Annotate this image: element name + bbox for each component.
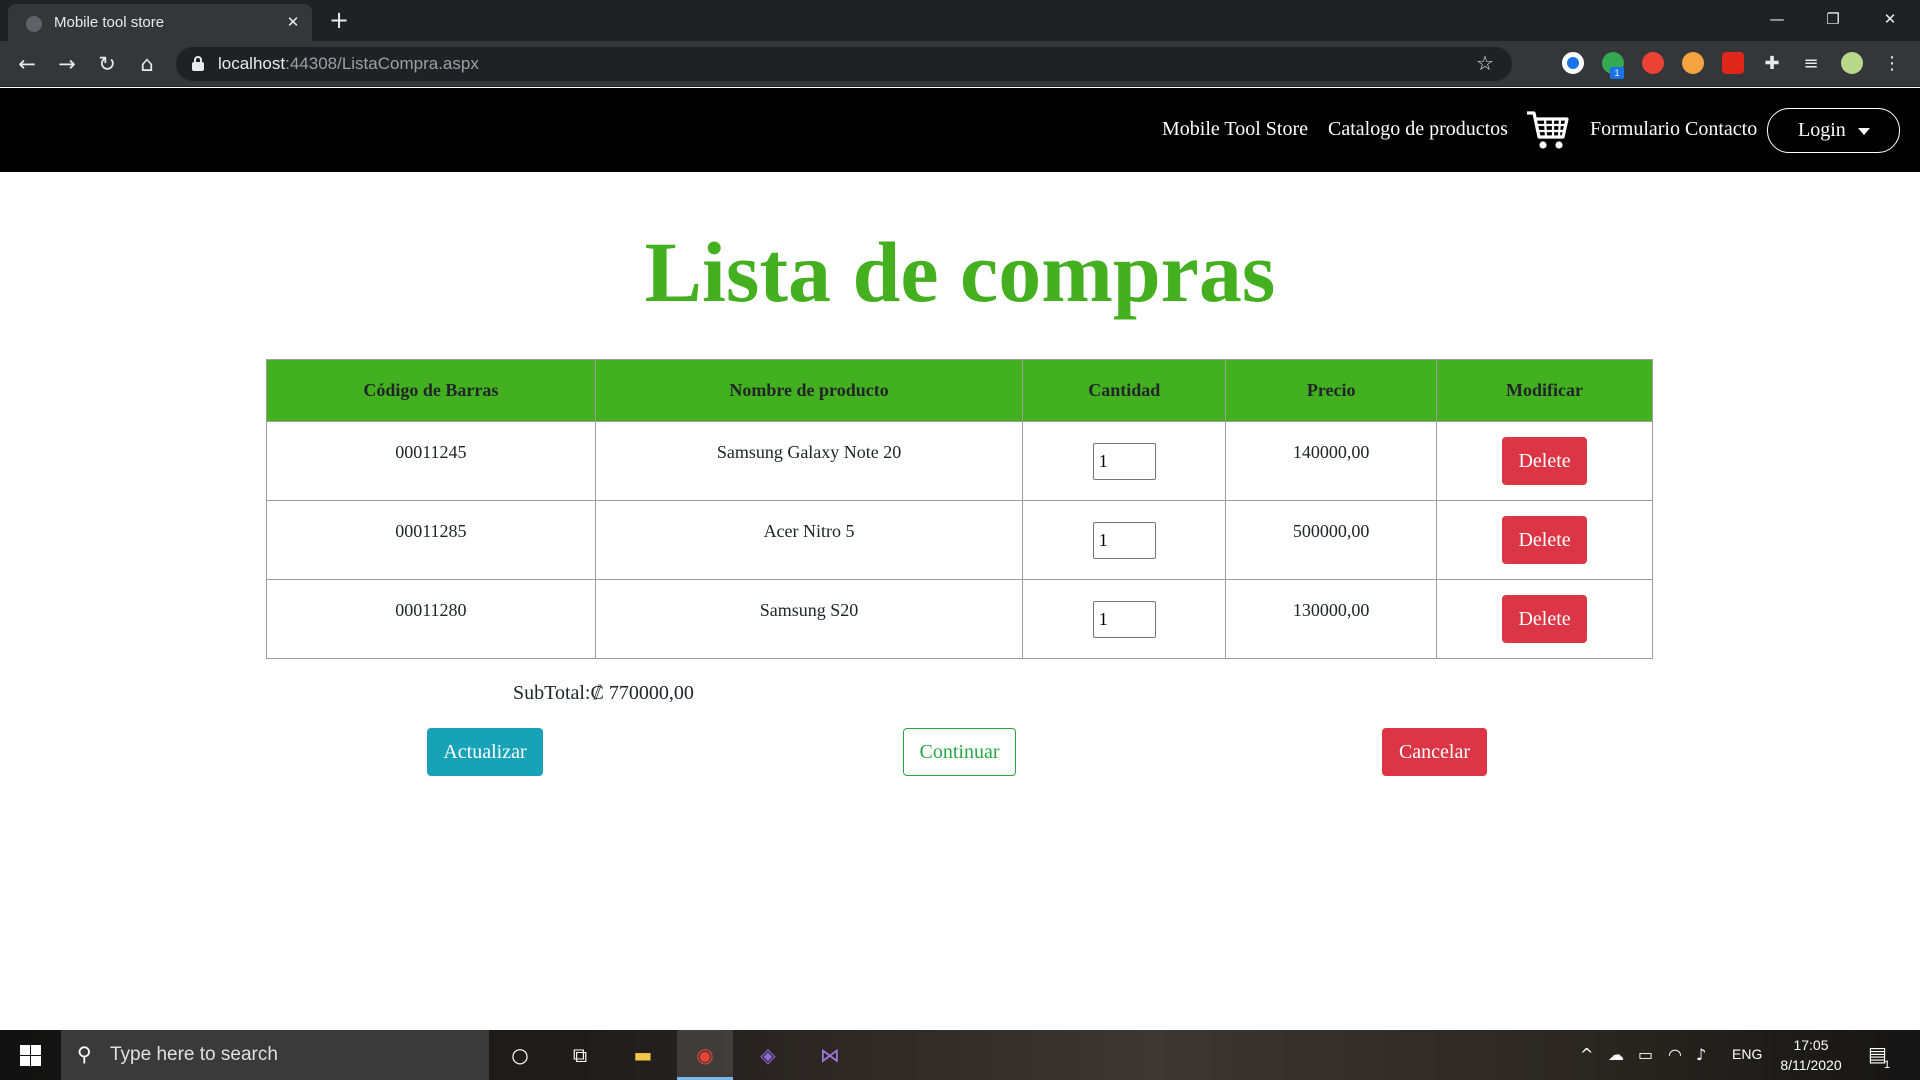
visual-studio-icon[interactable]: ⋈ bbox=[802, 1030, 858, 1080]
globe-icon bbox=[26, 16, 42, 32]
cell-product-name: Acer Nitro 5 bbox=[594, 500, 1024, 580]
column-header-quantity: Cantidad bbox=[1022, 359, 1227, 422]
clock-date[interactable]: 8/11/2020 bbox=[1775, 1057, 1847, 1073]
quantity-input[interactable] bbox=[1092, 442, 1156, 480]
cell-quantity bbox=[1022, 500, 1227, 580]
cell-barcode: 00011245 bbox=[266, 421, 596, 501]
app-taskbar-icon[interactable]: ◈ bbox=[740, 1030, 796, 1080]
table-header-row: Código de Barras Nombre de producto Cant… bbox=[266, 359, 1653, 422]
delete-button[interactable]: Delete bbox=[1502, 516, 1588, 564]
extension-blue-icon[interactable] bbox=[1562, 52, 1584, 74]
extension-mega-icon[interactable] bbox=[1722, 52, 1744, 74]
cell-price: 130000,00 bbox=[1225, 579, 1438, 659]
login-dropdown-button[interactable]: Login bbox=[1767, 108, 1900, 153]
forward-icon[interactable]: → bbox=[52, 49, 82, 79]
profile-avatar[interactable] bbox=[1841, 52, 1863, 74]
cell-quantity bbox=[1022, 579, 1227, 659]
minimize-icon[interactable]: — bbox=[1749, 0, 1805, 38]
cell-barcode: 00011285 bbox=[266, 500, 596, 580]
column-header-product-name: Nombre de producto bbox=[594, 359, 1024, 422]
battery-icon[interactable]: ▭ bbox=[1638, 1045, 1653, 1064]
reload-icon[interactable]: ↻ bbox=[92, 49, 122, 79]
shopping-list-table: Código de Barras Nombre de producto Cant… bbox=[266, 359, 1653, 659]
cell-price: 140000,00 bbox=[1225, 421, 1438, 501]
cell-product-name: Samsung S20 bbox=[594, 579, 1024, 659]
windows-taskbar: ⚲ Type here to search ○ ⧉ ▬ ◉ ◈ ⋈ ^ ☁ ▭ … bbox=[0, 1030, 1920, 1080]
language-indicator[interactable]: ENG bbox=[1732, 1046, 1762, 1062]
cell-barcode: 00011280 bbox=[266, 579, 596, 659]
onedrive-cloud-icon[interactable]: ☁ bbox=[1608, 1045, 1624, 1064]
cell-modify: Delete bbox=[1436, 500, 1653, 580]
windows-start-icon[interactable] bbox=[20, 1045, 41, 1066]
continue-button[interactable]: Continuar bbox=[903, 728, 1016, 776]
back-icon[interactable]: ← bbox=[12, 49, 42, 79]
browser-toolbar: ← → ↻ ⌂ localhost:44308/ListaCompra.aspx… bbox=[0, 41, 1920, 87]
media-queue-icon[interactable]: ≡ bbox=[1799, 52, 1823, 76]
url-text[interactable]: localhost:44308/ListaCompra.aspx bbox=[218, 54, 479, 74]
wifi-icon[interactable]: ◠ bbox=[1668, 1045, 1682, 1064]
table-row: 00011285 Acer Nitro 5 500000,00 Delete bbox=[266, 500, 1653, 580]
update-button[interactable]: Actualizar bbox=[427, 728, 543, 776]
lock-icon bbox=[192, 56, 204, 72]
browser-menu-icon[interactable]: ⋮ bbox=[1880, 52, 1904, 76]
column-header-modify: Modificar bbox=[1436, 359, 1653, 422]
volume-icon[interactable]: ♪ bbox=[1696, 1045, 1706, 1064]
delete-button[interactable]: Delete bbox=[1502, 595, 1588, 643]
extension-orange-icon[interactable] bbox=[1682, 52, 1704, 74]
show-hidden-icons-chevron[interactable]: ^ bbox=[1580, 1045, 1593, 1064]
notification-count: 1 bbox=[1884, 1059, 1891, 1071]
search-icon: ⚲ bbox=[77, 1042, 92, 1066]
tab-title: Mobile tool store bbox=[54, 14, 165, 31]
task-view-icon[interactable]: ⧉ bbox=[552, 1030, 608, 1080]
cancel-button[interactable]: Cancelar bbox=[1382, 728, 1487, 776]
page-title: Lista de compras bbox=[644, 224, 1276, 320]
cell-price: 500000,00 bbox=[1225, 500, 1438, 580]
browser-tab[interactable]: Mobile tool store ✕ bbox=[8, 4, 312, 41]
close-tab-icon[interactable]: ✕ bbox=[282, 11, 304, 33]
taskbar-search-placeholder: Type here to search bbox=[110, 1044, 278, 1065]
taskbar-search-box[interactable]: ⚲ Type here to search bbox=[61, 1030, 489, 1080]
new-tab-button[interactable]: + bbox=[325, 6, 353, 34]
login-label: Login bbox=[1798, 119, 1846, 141]
column-header-barcode: Código de Barras bbox=[266, 359, 596, 422]
table-row: 00011245 Samsung Galaxy Note 20 140000,0… bbox=[266, 421, 1653, 501]
quantity-input[interactable] bbox=[1092, 600, 1156, 638]
cortana-icon[interactable]: ○ bbox=[492, 1030, 548, 1080]
cell-quantity bbox=[1022, 421, 1227, 501]
column-header-price: Precio bbox=[1225, 359, 1438, 422]
caret-down-icon bbox=[1858, 128, 1870, 135]
shopping-cart-icon[interactable] bbox=[1525, 109, 1569, 151]
table-row: 00011280 Samsung S20 130000,00 Delete bbox=[266, 579, 1653, 659]
bookmark-star-icon[interactable]: ☆ bbox=[1476, 51, 1494, 75]
site-navbar: Mobile Tool Store Catalogo de productos … bbox=[0, 88, 1920, 172]
quantity-input[interactable] bbox=[1092, 521, 1156, 559]
nav-contact-link[interactable]: Formulario Contacto bbox=[1590, 118, 1757, 141]
restore-icon[interactable]: ❐ bbox=[1805, 0, 1861, 38]
browser-tabstrip: Mobile tool store ✕ + — ❐ ✕ bbox=[0, 0, 1920, 41]
address-bar[interactable]: localhost:44308/ListaCompra.aspx ☆ bbox=[176, 47, 1512, 81]
extension-red-hand-icon[interactable] bbox=[1642, 52, 1664, 74]
subtotal-text: SubTotal:₡ 770000,00 bbox=[513, 682, 694, 704]
extensions-puzzle-icon[interactable]: ✚ bbox=[1760, 52, 1784, 76]
home-icon[interactable]: ⌂ bbox=[132, 49, 162, 79]
nav-catalog-link[interactable]: Catalogo de productos bbox=[1328, 118, 1508, 141]
clock-time[interactable]: 17:05 bbox=[1775, 1037, 1847, 1053]
file-explorer-icon[interactable]: ▬ bbox=[615, 1030, 671, 1080]
cell-modify: Delete bbox=[1436, 579, 1653, 659]
delete-button[interactable]: Delete bbox=[1502, 437, 1588, 485]
cell-modify: Delete bbox=[1436, 421, 1653, 501]
nav-brand-link[interactable]: Mobile Tool Store bbox=[1162, 118, 1308, 141]
window-close-icon[interactable]: ✕ bbox=[1862, 0, 1918, 38]
cell-product-name: Samsung Galaxy Note 20 bbox=[594, 421, 1024, 501]
chrome-taskbar-icon[interactable]: ◉ bbox=[677, 1030, 733, 1080]
extension-badge: 1 bbox=[1610, 67, 1624, 79]
